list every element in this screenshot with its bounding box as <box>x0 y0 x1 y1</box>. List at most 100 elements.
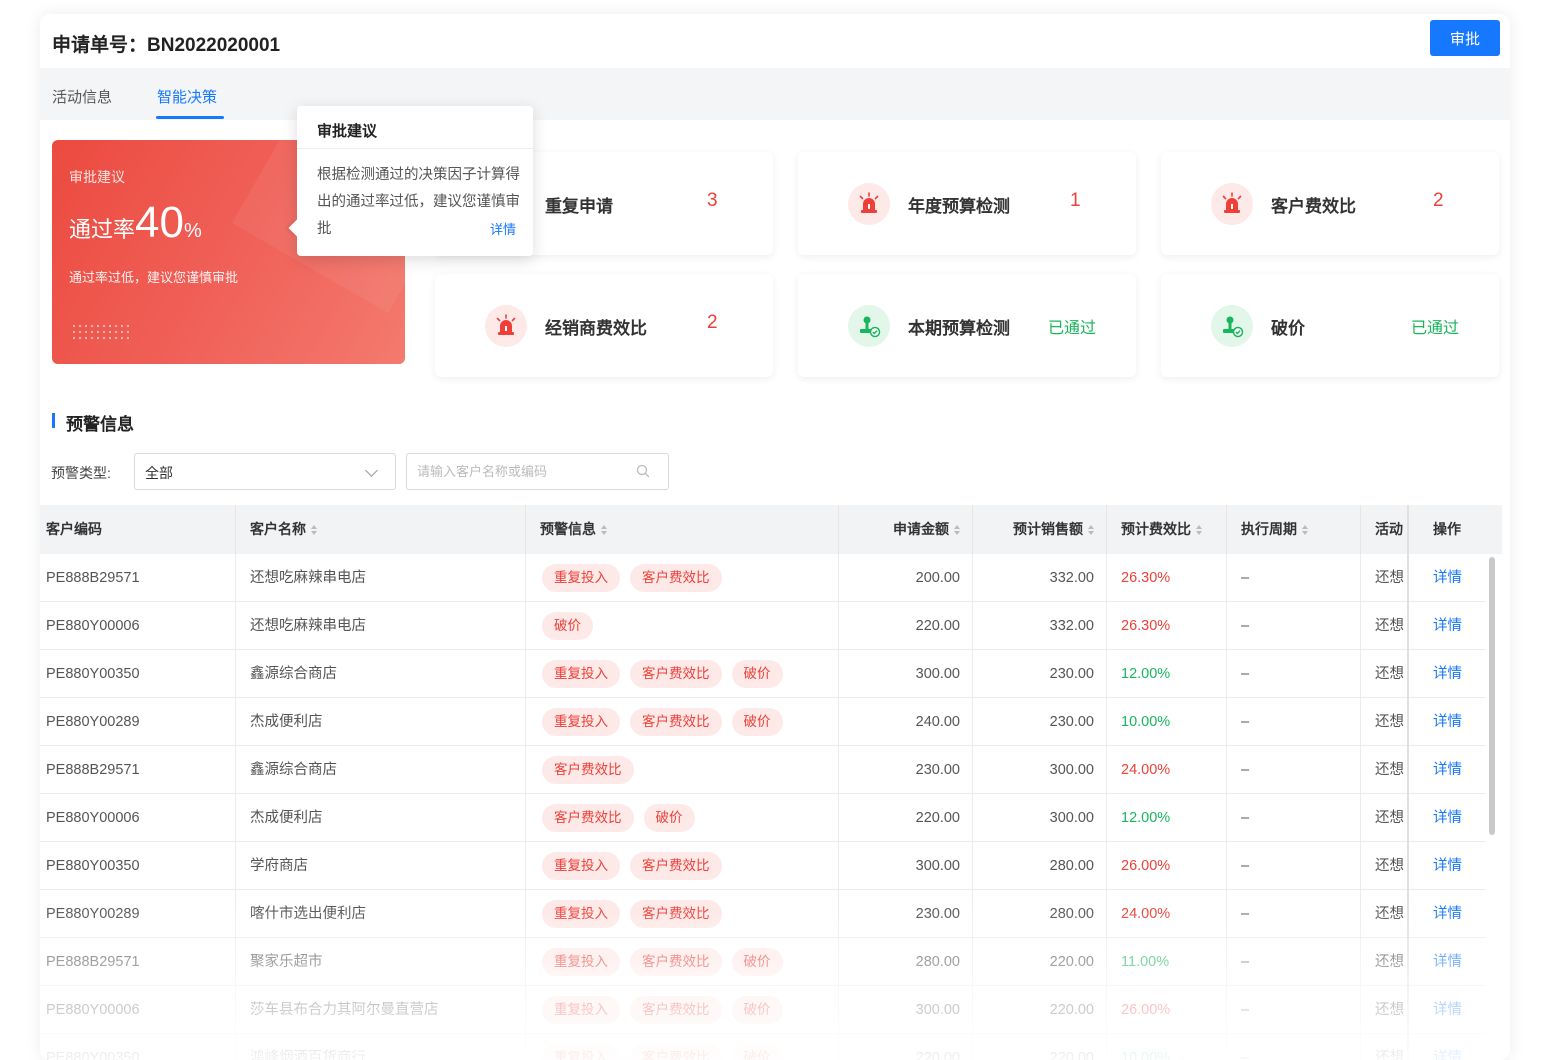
warning-tag: 客户费效比 <box>630 948 722 976</box>
warning-tags-cell: 重复投入 客户费效比 <box>526 554 839 602</box>
detail-link[interactable]: 详情 <box>1409 698 1486 746</box>
warning-tag: 重复投入 <box>542 900 620 928</box>
warning-tag: 破价 <box>731 948 783 976</box>
sales-cell: 300.00 <box>973 794 1107 842</box>
sales-cell: 332.00 <box>973 602 1107 650</box>
sales-cell: 230.00 <box>973 698 1107 746</box>
warning-tag: 重复投入 <box>542 660 620 688</box>
sales-cell: 220.00 <box>973 1034 1107 1060</box>
tab-activity-info[interactable]: 活动信息 <box>52 86 112 107</box>
column-header-sales[interactable]: 预计销售额 <box>973 505 1107 554</box>
warning-tag: 重复投入 <box>542 1044 620 1060</box>
smart-decision-panel: 审批建议 通过率40% 通过率过低，建议您谨慎审批 审批建议 根据检测通过的决策… <box>40 106 1510 1060</box>
pass-rate: 通过率40% <box>69 198 202 248</box>
customer-code-cell: PE888B29571 <box>40 554 236 602</box>
cost-ratio-cell: 10.00% <box>1107 698 1227 746</box>
tab-smart-decision[interactable]: 智能决策 <box>157 86 217 107</box>
score-description: 通过率过低，建议您谨慎审批 <box>69 270 239 285</box>
factor-label: 本期预算检测 <box>908 319 1010 338</box>
approve-button[interactable]: 审批 <box>1430 20 1500 56</box>
table-scrollbar[interactable] <box>1489 557 1495 835</box>
customer-code-cell: PE880Y00350 <box>40 842 236 890</box>
sort-icon[interactable] <box>601 525 607 535</box>
column-header-customer-name[interactable]: 客户名称 <box>236 505 526 554</box>
detail-link[interactable]: 详情 <box>1409 746 1486 794</box>
activity-cell: 还想 <box>1361 650 1409 698</box>
detail-link[interactable]: 详情 <box>1409 842 1486 890</box>
column-header-period[interactable]: 执行周期 <box>1227 505 1361 554</box>
column-header-activity: 活动 <box>1361 505 1409 554</box>
factor-label: 经销商费效比 <box>545 319 647 338</box>
sort-icon[interactable] <box>1088 525 1094 535</box>
amount-cell: 280.00 <box>839 938 973 986</box>
customer-code-cell: PE880Y00289 <box>40 698 236 746</box>
amount-cell: 220.00 <box>839 1034 973 1060</box>
detail-link[interactable]: 详情 <box>1409 986 1486 1034</box>
tooltip-detail-link[interactable]: 详情 <box>490 219 516 238</box>
warning-tag: 重复投入 <box>542 708 620 736</box>
factor-label: 客户费效比 <box>1271 197 1356 216</box>
detail-link[interactable]: 详情 <box>1409 890 1486 938</box>
column-header-amount[interactable]: 申请金额 <box>839 505 973 554</box>
period-cell: – <box>1227 794 1361 842</box>
warning-tag: 破价 <box>542 612 593 640</box>
column-header-customer-code: 客户编码 <box>40 505 236 554</box>
sales-cell: 230.00 <box>973 650 1107 698</box>
sales-cell: 332.00 <box>973 554 1107 602</box>
approval-window: 申请单号：BN2022020001 审批 活动信息 智能决策 审批建议 通过率4… <box>40 14 1510 1060</box>
warning-tag: 破价 <box>731 660 783 688</box>
warning-section-title: 预警信息 <box>66 415 134 434</box>
warning-tags-cell: 客户费效比 破价 <box>526 794 839 842</box>
factor-card: 经销商费效比 2 <box>435 274 773 377</box>
amount-cell: 230.00 <box>839 746 973 794</box>
customer-name-cell: 鑫源综合商店 <box>236 650 526 698</box>
customer-name-cell: 杰成便利店 <box>236 794 526 842</box>
amount-cell: 220.00 <box>839 794 973 842</box>
activity-cell: 还想 <box>1361 602 1409 650</box>
tab-bar: 活动信息 智能决策 <box>40 68 1510 120</box>
activity-cell: 还想 <box>1361 554 1409 602</box>
sort-icon[interactable] <box>1302 525 1308 535</box>
period-cell: – <box>1227 890 1361 938</box>
amount-cell: 300.00 <box>839 986 973 1034</box>
active-tab-indicator <box>156 116 224 119</box>
detail-link[interactable]: 详情 <box>1409 938 1486 986</box>
warning-tag: 客户费效比 <box>542 756 634 784</box>
cost-ratio-cell: 12.00% <box>1107 794 1227 842</box>
period-cell: – <box>1227 746 1361 794</box>
score-label: 审批建议 <box>69 169 125 185</box>
search-icon[interactable] <box>636 464 650 478</box>
detail-link[interactable]: 详情 <box>1409 794 1486 842</box>
sort-icon[interactable] <box>954 525 960 535</box>
detail-link[interactable]: 详情 <box>1409 602 1486 650</box>
customer-code-cell: PE888B29571 <box>40 746 236 794</box>
customer-code-cell: PE880Y00350 <box>40 1034 236 1060</box>
customer-name-cell: 鸿峰烟酒百货商行 <box>236 1034 526 1060</box>
column-header-cost-ratio[interactable]: 预计费效比 <box>1107 505 1227 554</box>
cost-ratio-cell: 26.30% <box>1107 602 1227 650</box>
amount-cell: 200.00 <box>839 554 973 602</box>
detail-link[interactable]: 详情 <box>1409 1034 1486 1060</box>
factor-value: 3 <box>707 190 718 211</box>
customer-code-cell: PE880Y00289 <box>40 890 236 938</box>
customer-name-cell: 还想吃麻辣串电店 <box>236 554 526 602</box>
column-header-warning-info[interactable]: 预警信息 <box>526 505 839 554</box>
period-cell: – <box>1227 986 1361 1034</box>
customer-search-input[interactable] <box>406 453 669 490</box>
detail-link[interactable]: 详情 <box>1409 650 1486 698</box>
warning-tag: 破价 <box>731 708 783 736</box>
warning-tag: 破价 <box>643 804 695 832</box>
warning-tag: 客户费效比 <box>630 852 722 880</box>
warning-tags-cell: 破价 <box>526 602 839 650</box>
customer-name-cell: 杰成便利店 <box>236 698 526 746</box>
customer-name-cell: 聚家乐超市 <box>236 938 526 986</box>
detail-link[interactable]: 详情 <box>1409 554 1486 602</box>
activity-cell: 还想 <box>1361 938 1409 986</box>
warning-type-select[interactable]: 全部 <box>134 453 396 490</box>
sort-icon[interactable] <box>311 525 317 535</box>
table-row: PE880Y00006 莎车县布合力其阿尔曼直营店 重复投入 客户费效比 破价 300.0… <box>40 986 1486 1034</box>
sort-icon[interactable] <box>1196 525 1202 535</box>
warning-tags-cell: 重复投入 客户费效比 <box>526 890 839 938</box>
factor-label: 重复申请 <box>545 197 613 216</box>
table-row: PE880Y00350 学府商店 重复投入 客户费效比 300.00 280.00 26.0… <box>40 842 1486 890</box>
